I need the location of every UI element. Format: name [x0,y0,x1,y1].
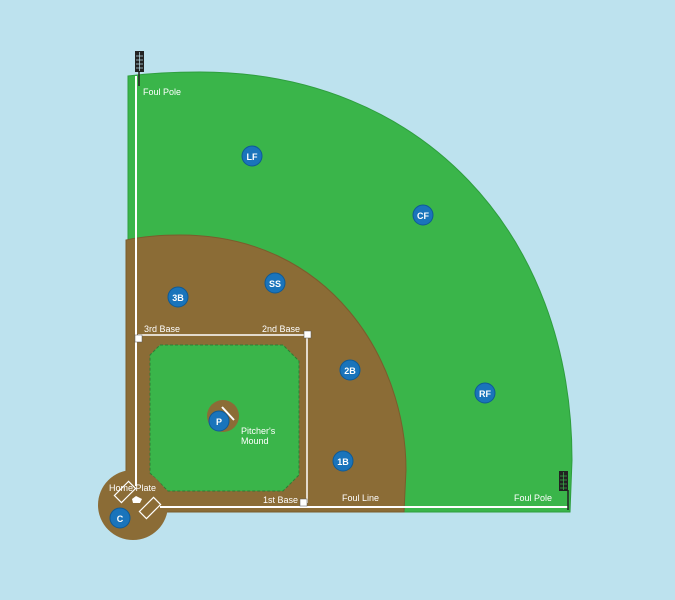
foul-pole-right-label: Foul Pole [514,493,552,503]
player-ss: SS [264,272,286,294]
player-3b: 3B [167,286,189,308]
pitchers-mound-label-line2: Mound [241,436,269,446]
player-ss-label: SS [269,279,281,289]
player-1b: 1B [332,450,354,472]
foul-line-label: Foul Line [342,493,379,503]
home-plate-label: Home Plate [109,483,156,493]
home-plate-area [98,470,168,540]
player-cf: CF [412,204,434,226]
baseball-field-diagram: Foul Pole Foul Pole Foul Line 3rd Base 2… [98,51,573,540]
pitchers-mound-label-line1: Pitcher's [241,426,276,436]
player-c-label: C [117,514,124,524]
player-lf-label: LF [247,152,258,162]
third-base-label: 3rd Base [144,324,180,334]
second-base-label: 2nd Base [262,324,300,334]
player-lf: LF [241,145,263,167]
player-2b-label: 2B [344,366,356,376]
player-p: P [208,410,230,432]
player-c: C [109,507,131,529]
foul-pole-left-label: Foul Pole [143,87,181,97]
third-base [134,334,143,343]
player-2b: 2B [339,359,361,381]
second-base [303,330,312,339]
player-rf: RF [474,382,496,404]
first-base [299,498,308,507]
first-base-label: 1st Base [263,495,298,505]
player-rf-label: RF [479,389,491,399]
player-p-label: P [216,417,222,427]
player-3b-label: 3B [172,293,184,303]
player-1b-label: 1B [337,457,349,467]
player-cf-label: CF [417,211,429,221]
